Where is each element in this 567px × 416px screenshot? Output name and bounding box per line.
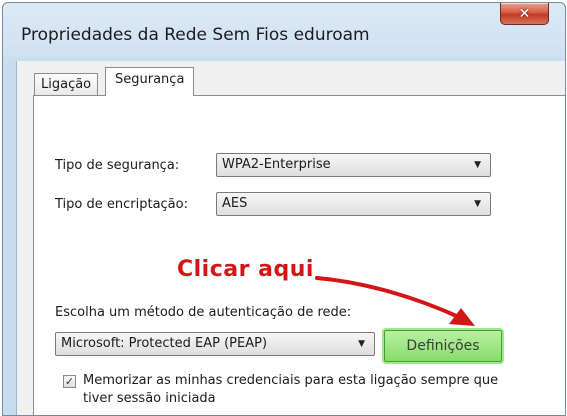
annotation-arrow-icon bbox=[315, 276, 475, 326]
properties-dialog: Propriedades da Rede Sem Fios eduroam ✕ … bbox=[2, 2, 566, 416]
security-type-label: Tipo de segurança: bbox=[55, 158, 180, 173]
encryption-type-value: AES bbox=[222, 196, 248, 211]
remember-credentials-label: Memorizar as minhas credenciais para est… bbox=[83, 373, 499, 406]
title-bar[interactable]: Propriedades da Rede Sem Fios eduroam ✕ bbox=[3, 3, 565, 61]
close-button[interactable]: ✕ bbox=[500, 3, 549, 25]
settings-button[interactable]: Definições bbox=[384, 330, 502, 362]
auth-method-label: Escolha um método de autenticação de red… bbox=[55, 305, 352, 320]
tab-seguranca[interactable]: Segurança bbox=[105, 67, 195, 96]
security-tab-panel bbox=[33, 95, 565, 415]
chevron-down-icon: ▼ bbox=[474, 160, 481, 170]
remember-credentials-checkbox[interactable]: ✓ bbox=[63, 375, 76, 388]
auth-method-select[interactable]: Microsoft: Protected EAP (PEAP) ▼ bbox=[55, 332, 375, 356]
auth-method-value: Microsoft: Protected EAP (PEAP) bbox=[61, 336, 268, 351]
tab-ligacao[interactable]: Ligação bbox=[34, 73, 99, 95]
chevron-down-icon: ▼ bbox=[358, 339, 365, 349]
window-title: Propriedades da Rede Sem Fios eduroam bbox=[21, 25, 370, 45]
encryption-type-label: Tipo de encriptação: bbox=[55, 197, 188, 212]
security-type-value: WPA2-Enterprise bbox=[222, 157, 331, 172]
dialog-body: Ligação Segurança bbox=[16, 61, 565, 415]
checkmark-icon: ✓ bbox=[64, 375, 75, 388]
chevron-down-icon: ▼ bbox=[474, 199, 481, 209]
close-icon: ✕ bbox=[518, 5, 531, 22]
encryption-type-select[interactable]: AES ▼ bbox=[216, 192, 491, 216]
annotation-text: Clicar aqui bbox=[177, 257, 314, 282]
security-type-select[interactable]: WPA2-Enterprise ▼ bbox=[216, 153, 491, 177]
